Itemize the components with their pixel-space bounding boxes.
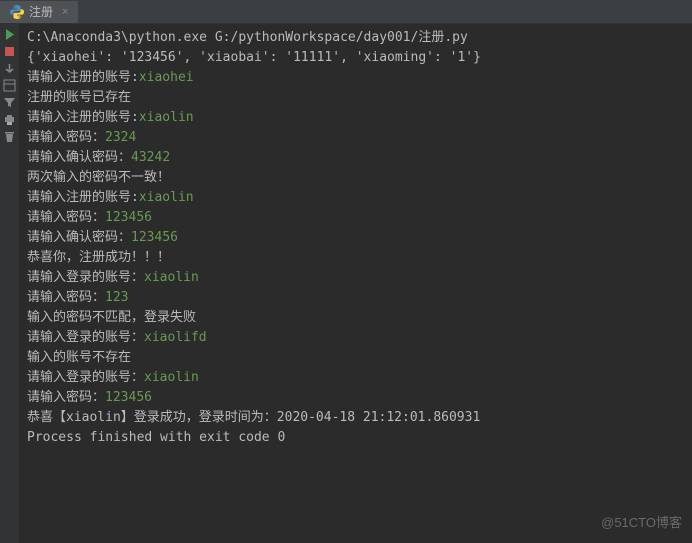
console-line: 恭喜你，注册成功！！！ bbox=[27, 248, 686, 268]
console-line: 请输入密码：123456 bbox=[27, 388, 686, 408]
console-line: 请输入确认密码：43242 bbox=[27, 148, 686, 168]
user-input: 123456 bbox=[131, 230, 178, 245]
user-input: 123456 bbox=[105, 390, 152, 405]
gutter bbox=[0, 24, 20, 543]
console-line: 请输入确认密码：123456 bbox=[27, 228, 686, 248]
console-line: C:\Anaconda3\python.exe G:/pythonWorkspa… bbox=[27, 28, 686, 48]
user-input: xiaolin bbox=[144, 270, 199, 285]
user-input: 123 bbox=[105, 290, 128, 305]
output-text: 请输入登录的账号： bbox=[27, 370, 144, 385]
output-text: 请输入注册的账号: bbox=[27, 70, 139, 85]
console-line: 输入的密码不匹配，登录失败 bbox=[27, 308, 686, 328]
output-text: 请输入登录的账号： bbox=[27, 330, 144, 345]
tab-label: 注册 bbox=[29, 3, 53, 20]
output-text: 两次输入的密码不一致！ bbox=[27, 170, 170, 185]
close-icon[interactable]: × bbox=[62, 6, 68, 18]
trash-icon[interactable] bbox=[3, 130, 16, 143]
tab-bar: 注册 × bbox=[0, 0, 692, 24]
output-text: 请输入确认密码： bbox=[27, 230, 131, 245]
output-text: 请输入密码： bbox=[27, 290, 105, 305]
user-input: 43242 bbox=[131, 150, 170, 165]
output-text: 请输入密码： bbox=[27, 130, 105, 145]
output-text: 请输入密码： bbox=[27, 390, 105, 405]
console-line: 请输入注册的账号:xiaolin bbox=[27, 188, 686, 208]
output-text: 请输入确认密码： bbox=[27, 150, 131, 165]
output-text: 请输入注册的账号: bbox=[27, 110, 139, 125]
output-text: 请输入密码： bbox=[27, 210, 105, 225]
user-input: xiaolifd bbox=[144, 330, 207, 345]
output-text: 输入的账号不存在 bbox=[27, 350, 131, 365]
output-text: C:\Anaconda3\python.exe G:/pythonWorkspa… bbox=[27, 30, 468, 45]
output-text: 注册的账号已存在 bbox=[27, 90, 131, 105]
console-line: 输入的账号不存在 bbox=[27, 348, 686, 368]
filter-icon[interactable] bbox=[3, 96, 16, 109]
output-text: 恭喜【xiaolin】登录成功，登录时间为：2020-04-18 21:12:0… bbox=[27, 410, 480, 425]
layout-icon[interactable] bbox=[3, 79, 16, 92]
console-line: 恭喜【xiaolin】登录成功，登录时间为：2020-04-18 21:12:0… bbox=[27, 408, 686, 428]
console-line: 请输入注册的账号:xiaohei bbox=[27, 68, 686, 88]
user-input: xiaolin bbox=[139, 190, 194, 205]
console-line: {'xiaohei': '123456', 'xiaobai': '11111'… bbox=[27, 48, 686, 68]
console-line: 请输入登录的账号：xiaolin bbox=[27, 268, 686, 288]
user-input: 2324 bbox=[105, 130, 136, 145]
console-line: 请输入注册的账号:xiaolin bbox=[27, 108, 686, 128]
output-text: Process finished with exit code 0 bbox=[27, 430, 285, 445]
print-icon[interactable] bbox=[3, 113, 16, 126]
down-icon[interactable] bbox=[3, 62, 16, 75]
console-line: 请输入密码：123456 bbox=[27, 208, 686, 228]
user-input: 123456 bbox=[105, 210, 152, 225]
output-text: {'xiaohei': '123456', 'xiaobai': '11111'… bbox=[27, 50, 481, 65]
console-output[interactable]: C:\Anaconda3\python.exe G:/pythonWorkspa… bbox=[21, 24, 692, 452]
user-input: xiaolin bbox=[144, 370, 199, 385]
rerun-icon[interactable] bbox=[3, 28, 16, 41]
console-line: 请输入登录的账号：xiaolin bbox=[27, 368, 686, 388]
output-text: 输入的密码不匹配，登录失败 bbox=[27, 310, 196, 325]
output-text: 请输入注册的账号: bbox=[27, 190, 139, 205]
output-text: 恭喜你，注册成功！！！ bbox=[27, 250, 170, 265]
tab-register[interactable]: 注册 × bbox=[0, 1, 78, 23]
console-line: 请输入密码：2324 bbox=[27, 128, 686, 148]
user-input: xiaolin bbox=[139, 110, 194, 125]
user-input: xiaohei bbox=[139, 70, 194, 85]
console-line: Process finished with exit code 0 bbox=[27, 428, 686, 448]
console-line: 两次输入的密码不一致！ bbox=[27, 168, 686, 188]
console-line: 请输入密码：123 bbox=[27, 288, 686, 308]
stop-icon[interactable] bbox=[3, 45, 16, 58]
watermark: @51CTO博客 bbox=[601, 512, 682, 531]
python-icon bbox=[10, 5, 24, 19]
console-line: 请输入登录的账号：xiaolifd bbox=[27, 328, 686, 348]
console-line: 注册的账号已存在 bbox=[27, 88, 686, 108]
output-text: 请输入登录的账号： bbox=[27, 270, 144, 285]
